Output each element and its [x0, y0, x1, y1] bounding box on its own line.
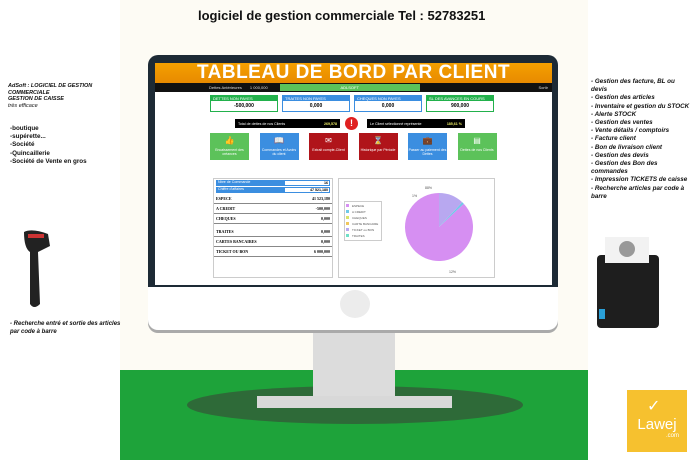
envelope-icon: ✉: [325, 136, 332, 145]
app-screen: TABLEAU DE BORD PAR CLIENT Dettes Antéri…: [155, 63, 552, 285]
turnover-field[interactable]: Chiffre d'affaires 47 521,180: [216, 187, 330, 193]
summary-card: TRAITES NON PAYES 0,000: [282, 95, 350, 112]
payment-pie-chart: ESPECE A CREDIT CHEQUES CARTE BANCAIRE TICKE…: [338, 178, 495, 278]
barcode-scanner-icon: [22, 228, 52, 310]
book-icon: 📖: [274, 136, 284, 145]
exit-button[interactable]: Sortir: [538, 85, 548, 90]
sales-summary: Nbre de Commande 16 Chiffre d'affaires 47 …: [213, 178, 333, 278]
total-debts: Total de dettes de nos Clients 269,578: [235, 119, 340, 128]
prior-debts-label: Dettes Antérieures: [209, 85, 242, 90]
pie-label: 88%: [425, 186, 432, 190]
feature-list: - Gestion des facture, BL ou devis - Gest…: [591, 78, 690, 200]
client-share: Le Client sélectionné représente 185,61 %: [367, 119, 465, 128]
monitor-stand: [313, 330, 395, 400]
briefcase-tile-button[interactable]: 💼 Passer au paiement des Dettes: [408, 133, 447, 160]
dashboard-title: TABLEAU DE BORD PAR CLIENT: [155, 63, 552, 83]
payment-row: CHEQUES 0,000: [214, 214, 332, 224]
thumbs-up-tile-button[interactable]: 👍 Encaissement des créances: [210, 133, 249, 160]
monitor-logo: [340, 290, 370, 318]
history-tile-button[interactable]: ⌛ Historique par Période: [358, 133, 398, 160]
chart-icon: ▤: [473, 136, 481, 145]
lawej-logo: ✓ Lawej .com: [627, 390, 687, 452]
payment-row: TRAITES 0,000: [214, 227, 332, 237]
history-icon: ⌛: [373, 136, 383, 145]
summary-card: CHEQUES NON PAYES 0,000: [354, 95, 422, 112]
client-name: ADLSOFT: [279, 84, 420, 91]
page-title: logiciel de gestion commerciale Tel : 52…: [198, 8, 486, 23]
payment-row: A CREDIT -500,000: [214, 204, 332, 214]
ticket-printer-icon: [595, 235, 661, 330]
payment-row: ESPECE 41 523,180: [214, 194, 332, 204]
briefcase-icon: 💼: [422, 136, 433, 145]
book-tile-button[interactable]: 📖 Commandes et Avoirs du client: [259, 133, 299, 160]
payment-row: TICKET OU BON 6 000,000: [214, 247, 332, 257]
order-count-field[interactable]: Nbre de Commande 16: [216, 180, 330, 186]
thumbs-up-icon: 👍: [224, 136, 235, 145]
pie-label: 1%: [412, 194, 417, 198]
summary-card: SL DES AVANCES EN COURS 900,000: [426, 95, 494, 112]
top-bar: Dettes Antérieures 1 000,000 ADLSOFT Sor…: [155, 83, 552, 92]
target-list: -boutique -supérette... -Société -Quincaill…: [10, 125, 87, 165]
pie-label: 12%: [449, 270, 456, 274]
payment-row: CARTES BANCAIRES 0,000: [214, 237, 332, 247]
scanner-text: - Recherche entré et sortie des articles…: [10, 321, 121, 336]
prior-debts-value: 1 000,000: [249, 85, 268, 90]
monitor-base: [257, 396, 452, 408]
envelope-tile-button[interactable]: ✉ Extrait compte-Client: [309, 133, 348, 160]
alert-icon: !: [345, 117, 358, 130]
summary-card: DETTES NON PAYES -500,000: [210, 95, 278, 112]
chart-tile-button[interactable]: ▤ Dettes de nos Clients: [457, 133, 497, 160]
intro-text: AdSoft : LOGICIEL DE GESTION COMMERCIALE G…: [8, 83, 93, 109]
